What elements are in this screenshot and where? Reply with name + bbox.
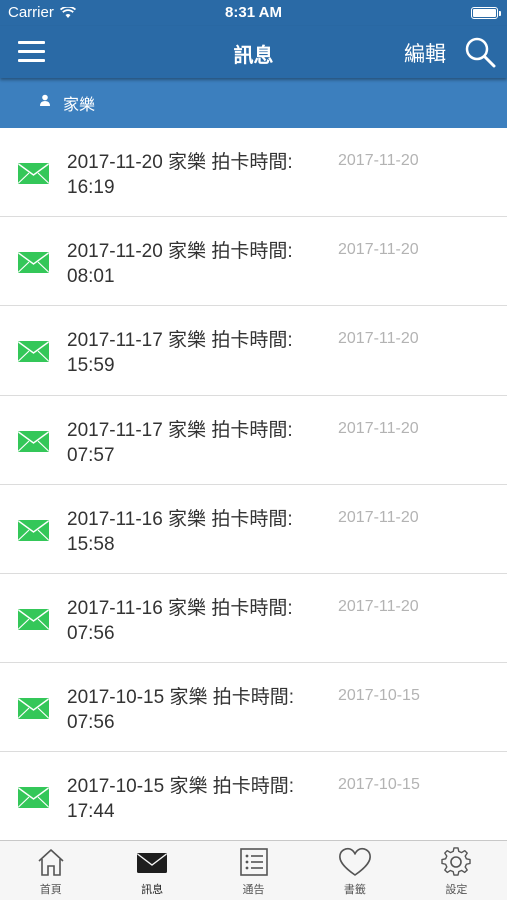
message-row[interactable]: 2017-11-16 家樂 拍卡時間: 15:58 2017-11-20 [0,485,507,574]
tab-settings[interactable]: 設定 [406,841,507,900]
message-text: 2017-11-20 家樂 拍卡時間: 08:01 [67,241,293,288]
battery-icon [471,7,501,19]
message-text: 2017-11-16 家樂 拍卡時間: 07:56 [67,597,293,644]
hamburger-menu-icon[interactable] [18,41,45,63]
message-row[interactable]: 2017-11-17 家樂 拍卡時間: 07:57 2017-11-20 [0,396,507,485]
tab-label: 書籤 [343,884,366,896]
status-time: 8:31 AM [225,4,282,21]
message-text: 2017-11-16 家樂 拍卡時間: 15:58 [67,508,293,555]
envelope-icon [18,163,49,184]
tab-bookmarks[interactable]: 書籤 [304,841,405,900]
envelope-icon [18,519,49,541]
home-icon [38,849,64,876]
envelope-icon [18,608,49,630]
message-row[interactable]: 2017-11-20 家樂 拍卡時間: 08:01 2017-11-20 [0,217,507,307]
tab-label: 通告 [242,884,265,896]
message-list[interactable]: 2017-11-20 家樂 拍卡時間: 16:19 2017-11-20 201… [0,128,507,840]
message-row[interactable]: 2017-10-15 家樂 拍卡時間: 07:56 2017-10-15 [0,663,507,753]
message-date: 2017-10-15 [338,776,420,794]
message-date: 2017-11-20 [338,152,419,169]
tab-notices[interactable]: 通告 [203,841,304,900]
message-text: 2017-11-20 家樂 拍卡時間: 16:19 [67,152,293,198]
message-date: 2017-11-20 [338,419,419,437]
message-text: 2017-10-15 家樂 拍卡時間: 17:44 [67,776,295,823]
search-icon[interactable] [464,36,496,68]
message-date: 2017-11-20 [338,330,419,348]
section-name: 家樂 [63,97,96,114]
message-text: 2017-11-17 家樂 拍卡時間: 07:57 [67,419,293,466]
envelope-icon [137,853,168,873]
tab-messages[interactable]: 訊息 [101,841,202,900]
gear-icon [441,847,472,876]
envelope-icon [18,787,49,809]
message-date: 2017-10-15 [338,687,420,705]
message-date: 2017-11-20 [338,508,419,526]
message-row[interactable]: 2017-11-20 家樂 拍卡時間: 16:19 2017-11-20 [0,128,507,218]
tab-bar: 首頁 訊息 通告 書籤 設定 [0,840,507,900]
tab-label: 設定 [445,884,468,896]
envelope-icon [18,341,49,363]
person-icon [40,94,50,106]
message-text: 2017-11-17 家樂 拍卡時間: 15:59 [67,330,293,377]
envelope-icon [18,252,49,274]
message-row[interactable]: 2017-11-17 家樂 拍卡時間: 15:59 2017-11-20 [0,306,507,396]
edit-button[interactable]: 編輯 [404,38,446,68]
message-date: 2017-11-20 [338,597,419,615]
nav-bar: 訊息 編輯 [0,26,507,78]
message-row[interactable]: 2017-11-16 家樂 拍卡時間: 07:56 2017-11-20 [0,574,507,664]
heart-icon [338,847,371,876]
envelope-icon [18,430,49,452]
message-date: 2017-11-20 [338,241,419,259]
message-row[interactable]: 2017-10-15 家樂 拍卡時間: 17:44 2017-10-15 [0,752,507,840]
message-text: 2017-10-15 家樂 拍卡時間: 07:56 [67,687,295,734]
envelope-icon [18,698,49,720]
tab-label: 訊息 [141,884,164,896]
tab-home[interactable]: 首頁 [0,841,101,900]
section-header: 家樂 [0,78,507,128]
tab-label: 首頁 [39,884,62,896]
status-bar: Carrier 8:31 AM [0,0,507,26]
list-icon [239,848,268,876]
